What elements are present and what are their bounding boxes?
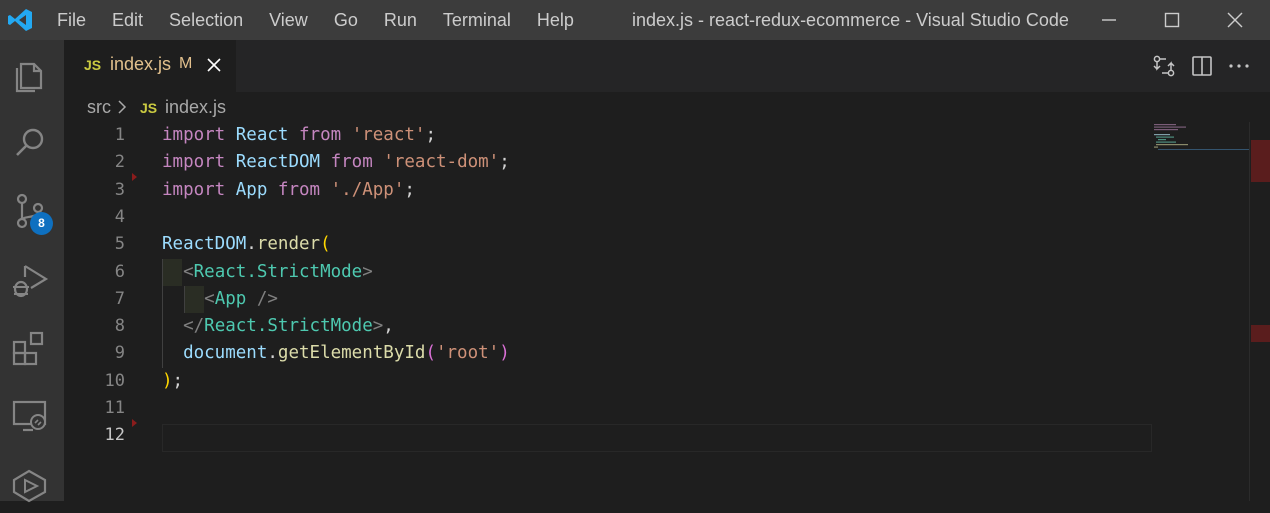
current-line-highlight [162, 424, 1152, 452]
code-line: <React.StrictMode> [183, 261, 373, 282]
menu-help[interactable]: Help [524, 0, 587, 40]
js-file-icon: JS [84, 57, 102, 73]
menu-terminal[interactable]: Terminal [430, 0, 524, 40]
code-line: </React.StrictMode>, [183, 316, 394, 337]
menu-selection[interactable]: Selection [156, 0, 256, 40]
more-actions-icon[interactable] [1227, 54, 1251, 78]
tab-index-js[interactable]: JS index.js M [64, 40, 236, 92]
code-line: document.getElementById('root') [183, 343, 510, 364]
js-file-icon: JS [140, 100, 158, 116]
menu-file[interactable]: File [44, 0, 99, 40]
menu-go[interactable]: Go [321, 0, 371, 40]
line-number: 5 [114, 234, 125, 255]
code-line: import React from 'react'; [162, 125, 437, 145]
menu-run[interactable]: Run [371, 0, 430, 40]
code-editor[interactable]: 1 2 3 4 5 6 7 8 9 10 11 12 import React … [64, 122, 1270, 501]
tab-label: index.js [110, 54, 172, 74]
explorer-icon [15, 62, 43, 93]
editor-tabs: JS index.js M [64, 40, 1270, 92]
split-editor-icon[interactable] [1190, 54, 1214, 78]
minimap[interactable] [1150, 122, 1250, 162]
activity-bar: 8 [0, 40, 64, 503]
menu-view[interactable]: View [256, 0, 321, 40]
line-number: 9 [114, 343, 125, 364]
breadcrumb-folder[interactable]: src [87, 97, 111, 118]
vscode-logo-icon [8, 9, 32, 31]
close-icon[interactable] [206, 57, 222, 73]
search-icon [16, 128, 44, 156]
line-number: 8 [114, 316, 125, 337]
diff-marker [132, 173, 137, 181]
code-line: <App /> [204, 288, 278, 309]
line-number: 3 [114, 179, 125, 200]
run-debug-icon [13, 265, 49, 298]
line-number: 10 [104, 370, 125, 391]
scrollbar-marker [1251, 140, 1270, 182]
open-changes-icon[interactable] [1152, 54, 1176, 78]
extensions-icon [12, 331, 44, 366]
line-number: 6 [114, 261, 125, 282]
code-line: ReactDOM.render( [162, 234, 331, 255]
maximize-icon [1164, 12, 1180, 28]
activity-extensions[interactable] [0, 315, 64, 377]
code-line: import App from './App'; [162, 179, 415, 200]
activity-remote-explorer[interactable] [0, 383, 64, 445]
activity-search[interactable] [0, 111, 64, 173]
diff-marker [132, 419, 137, 427]
activity-source-control[interactable] [0, 179, 64, 241]
line-number: 11 [104, 398, 125, 418]
modified-indicator: M [179, 55, 193, 72]
close-window-button[interactable] [1212, 0, 1258, 40]
close-icon [1227, 12, 1243, 28]
menu-bar: File Edit Selection View Go Run Terminal… [44, 0, 587, 40]
code-line: import ReactDOM from 'react-dom'; [162, 152, 510, 173]
source-control-badge: 8 [30, 212, 53, 235]
window-title: index.js - react-redux-ecommerce - Visua… [632, 10, 1069, 30]
maximize-button[interactable] [1149, 0, 1195, 40]
activity-explorer[interactable] [0, 43, 64, 105]
code-line: ); [162, 370, 184, 391]
line-number: 1 [114, 125, 125, 145]
line-number-current: 12 [104, 425, 125, 446]
live-share-icon [12, 469, 47, 503]
minimize-button[interactable] [1086, 0, 1132, 40]
line-number: 7 [114, 288, 125, 309]
minimize-icon [1102, 19, 1116, 21]
activity-live-share[interactable] [0, 451, 64, 513]
activity-run-debug[interactable] [0, 247, 64, 309]
line-number: 4 [114, 206, 125, 227]
scrollbar-marker [1251, 325, 1270, 342]
remote-explorer-icon [12, 400, 47, 432]
line-number: 2 [114, 152, 125, 173]
chevron-right-icon [118, 100, 127, 114]
breadcrumb-file[interactable]: index.js [165, 97, 226, 118]
title-bar: File Edit Selection View Go Run Terminal… [0, 0, 1270, 40]
breadcrumb: src JS index.js [64, 92, 1270, 122]
menu-edit[interactable]: Edit [99, 0, 156, 40]
